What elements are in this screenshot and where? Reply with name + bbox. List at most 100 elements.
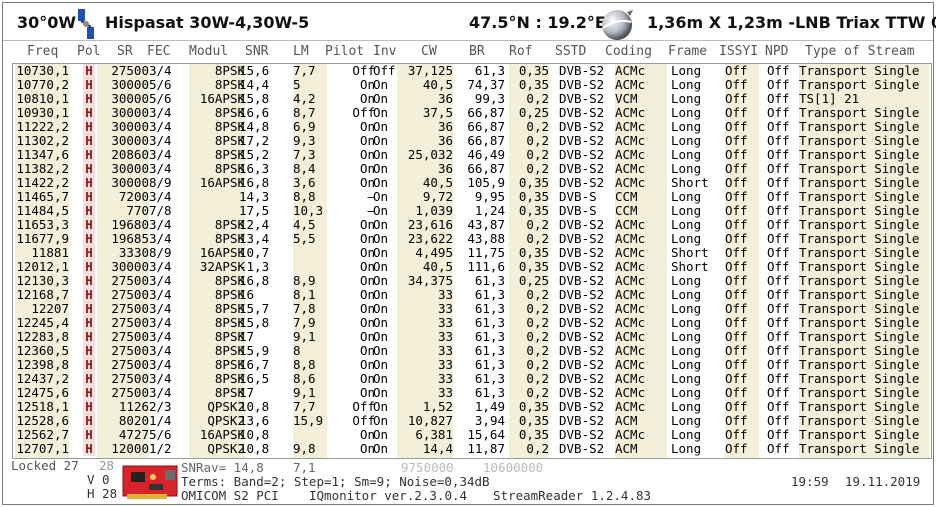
cell-lm: 7,7 bbox=[293, 399, 316, 414]
cell-br: 11,75 bbox=[467, 245, 505, 260]
cell-pilot: – bbox=[367, 203, 375, 218]
col-snr[interactable]: SNR bbox=[245, 44, 268, 59]
cell-snr: 17,5 bbox=[239, 203, 270, 218]
cell-modul: 8PSK bbox=[214, 301, 245, 316]
cell-sstd: DVB-S2 bbox=[559, 77, 605, 92]
table-row[interactable]: 12168,7 H 27500 3/4 8PSK 16 8,1 On On 33 61,3 0,2 DV… bbox=[13, 288, 931, 302]
col-freq[interactable]: Freq bbox=[27, 44, 58, 59]
cell-type-of-stream: Transport Single bbox=[799, 175, 920, 190]
cell-sstd: DVB-S2 bbox=[559, 301, 605, 316]
cell-pol: H bbox=[83, 78, 95, 92]
table-row[interactable]: 12562,7 H 4727 5/6 16APSK 10,8 On On 6,381 15,64 0… bbox=[13, 428, 931, 442]
table-row[interactable]: 12518,1 H 1126 2/3 QPSK2 10,8 7,7 Off On 1,52 1,49… bbox=[13, 400, 931, 414]
cell-pilot: On bbox=[359, 161, 375, 176]
cell-inv: On bbox=[373, 315, 389, 330]
col-pilot[interactable]: Pilot bbox=[325, 44, 364, 59]
table-row[interactable]: 11302,2 H 30000 3/4 8PSK 17,2 9,3 On On 36 66,87 0,… bbox=[13, 134, 931, 148]
cell-npd: Off bbox=[767, 119, 790, 134]
cell-freq: 12360,5 bbox=[16, 343, 69, 358]
cell-pilot: On bbox=[359, 245, 375, 260]
cell-sr: 19685 bbox=[111, 231, 149, 246]
col-frame[interactable]: Frame bbox=[668, 44, 707, 59]
table-row[interactable]: 11465,7 H 7200 3/4 14,3 8,8 – On 9,72 9,95 0,35 DVB… bbox=[13, 190, 931, 204]
cell-cw: 14,4 bbox=[422, 441, 453, 456]
cell-lm: 5,5 bbox=[293, 231, 316, 246]
col-lm[interactable]: LM bbox=[293, 44, 309, 59]
cell-npd: Off bbox=[767, 343, 790, 358]
table-row[interactable]: 11222,2 H 30000 3/4 8PSK 14,8 6,9 On On 36 66,87 0,… bbox=[13, 120, 931, 134]
cell-rof: 0,2 bbox=[526, 343, 549, 358]
cell-br: 61,3 bbox=[474, 273, 505, 288]
table-row[interactable]: 12012,1 H 30000 3/4 32APSK -1,3 On On 40,5 111,6 0… bbox=[13, 260, 931, 274]
table-row[interactable]: 10770,2 H 30000 5/6 8PSK 14,4 5 On On 40,5 74,37 0,… bbox=[13, 78, 931, 92]
table-row[interactable]: 12360,5 H 27500 3/4 8PSK 15,9 8 On On 33 61,3 0,2 DV… bbox=[13, 344, 931, 358]
cell-fec: 5/6 bbox=[149, 77, 172, 92]
table-row[interactable]: 12130,3 H 27500 3/4 8PSK 16,8 8,9 On On 34,375 61,… bbox=[13, 274, 931, 288]
cell-modul: 8PSK bbox=[214, 133, 245, 148]
cell-inv: On bbox=[373, 203, 389, 218]
cell-freq: 11382,2 bbox=[16, 161, 69, 176]
cell-pol: H bbox=[83, 330, 95, 344]
table-row[interactable]: 12437,2 H 27500 3/4 8PSK 16,5 8,6 On On 33 61,3 0,2… bbox=[13, 372, 931, 386]
table-row[interactable]: 11881 H 3330 8/9 16APSK 10,7 On On 4,495 11,75 0,3… bbox=[13, 246, 931, 260]
col-fec[interactable]: FEC bbox=[147, 44, 170, 59]
col-sstd[interactable]: SSTD bbox=[555, 44, 586, 59]
col-br[interactable]: BR bbox=[469, 44, 485, 59]
cell-fec: 3/4 bbox=[149, 147, 172, 162]
cell-npd: Off bbox=[767, 63, 790, 78]
cell-frame: Long bbox=[671, 399, 702, 414]
col-issyi[interactable]: ISSYI bbox=[719, 44, 758, 59]
cell-cw: 33 bbox=[437, 287, 453, 302]
cell-type-of-stream: Transport Single bbox=[799, 259, 920, 274]
col-type-of-stream[interactable]: Type of Stream bbox=[805, 44, 915, 59]
table-row[interactable]: 12283,8 H 27500 3/4 8PSK 17 9,1 On On 33 61,3 0,2 DV… bbox=[13, 330, 931, 344]
table-row[interactable]: 11653,3 H 19680 3/4 8PSK 12,4 4,5 On On 23,616 43,… bbox=[13, 218, 931, 232]
table-row[interactable]: 12245,4 H 27500 3/4 8PSK 15,8 7,9 On On 33 61,3 0,2… bbox=[13, 316, 931, 330]
cell-rof: 0,2 bbox=[526, 441, 549, 456]
cell-snr: 17,2 bbox=[239, 133, 270, 148]
cell-rof: 0,35 bbox=[518, 399, 549, 414]
col-inv[interactable]: Inv bbox=[373, 44, 396, 59]
table-row[interactable]: 11347,6 H 20860 3/4 8PSK 15,2 7,3 On On 25,032 46,… bbox=[13, 148, 931, 162]
table-row[interactable]: 12528,6 H 8020 1/4 QPSK2 13,6 15,9 Off On 10,827 3… bbox=[13, 414, 931, 428]
table-row[interactable]: 11484,5 H 770 7/8 17,5 10,3 – On 1,039 1,24 0,35 DV… bbox=[13, 204, 931, 218]
col-coding[interactable]: Coding bbox=[605, 44, 652, 59]
cell-lm: 10,3 bbox=[293, 203, 324, 218]
cell-sr: 27500 bbox=[111, 357, 149, 372]
cell-npd: Off bbox=[767, 301, 790, 316]
col-modul[interactable]: Modul bbox=[189, 44, 228, 59]
cell-rof: 0,35 bbox=[518, 175, 549, 190]
col-cw[interactable]: CW bbox=[421, 44, 437, 59]
col-rof[interactable]: Rof bbox=[509, 44, 532, 59]
table-row[interactable]: 11677,9 H 19685 3/4 8PSK 13,4 5,5 On On 23,622 43,… bbox=[13, 232, 931, 246]
cell-pilot: Off bbox=[352, 105, 375, 120]
cell-sstd: DVB-S2 bbox=[559, 273, 605, 288]
table-row[interactable]: 11382,2 H 30000 3/4 8PSK 16,3 8,4 On On 36 66,87 0,… bbox=[13, 162, 931, 176]
table-row[interactable]: 10930,1 H 30000 3/4 8PSK 16,6 8,7 Off On 37,5 66,8… bbox=[13, 106, 931, 120]
table-row[interactable]: 11422,2 H 30000 8/9 16APSK 16,8 3,6 On On 40,5 105… bbox=[13, 176, 931, 190]
cell-br: 61,3 bbox=[474, 315, 505, 330]
cell-cw: 33 bbox=[437, 343, 453, 358]
table-row[interactable]: 10730,1 H 27500 3/4 8PSK 15,6 7,7 Off Off 37,125 6… bbox=[13, 64, 931, 78]
table-row[interactable]: 12475,6 H 27500 3/4 8PSK 17 9,1 On On 33 61,3 0,2 DV… bbox=[13, 386, 931, 400]
table-row[interactable]: 12398,8 H 27500 3/4 8PSK 16,7 8,8 On On 33 61,3 0,2… bbox=[13, 358, 931, 372]
cell-rof: 0,35 bbox=[518, 203, 549, 218]
orbit-position: 30°0W bbox=[17, 13, 77, 32]
col-npd[interactable]: NPD bbox=[765, 44, 788, 59]
cell-frame: Long bbox=[671, 427, 702, 442]
col-sr[interactable]: SR bbox=[117, 44, 133, 59]
table-row[interactable]: 12707,1 H 12000 1/2 QPSK2 10,8 9,8 On On 14,4 11,8… bbox=[13, 442, 931, 456]
cell-br: 61,3 bbox=[474, 63, 505, 78]
table-row[interactable]: 10810,1 H 30000 5/6 16APSK 15,8 4,2 On On 36 99,3 0… bbox=[13, 92, 931, 106]
col-pol[interactable]: Pol bbox=[77, 44, 100, 59]
cell-modul bbox=[189, 204, 245, 218]
cell-inv: On bbox=[373, 189, 389, 204]
cell-pol: H bbox=[83, 218, 95, 232]
cell-rof: 0,2 bbox=[526, 147, 549, 162]
cell-rof: 0,2 bbox=[526, 231, 549, 246]
transponder-table[interactable]: 10730,1 H 27500 3/4 8PSK 15,6 7,7 Off Off 37,125 6… bbox=[12, 63, 932, 459]
cell-cw: 40,5 bbox=[422, 259, 453, 274]
cell-rof: 0,2 bbox=[526, 91, 549, 106]
cell-frame: Long bbox=[671, 273, 702, 288]
table-row[interactable]: 12207 H 27500 3/4 8PSK 15,7 7,8 On On 33 61,3 0,2 DV… bbox=[13, 302, 931, 316]
